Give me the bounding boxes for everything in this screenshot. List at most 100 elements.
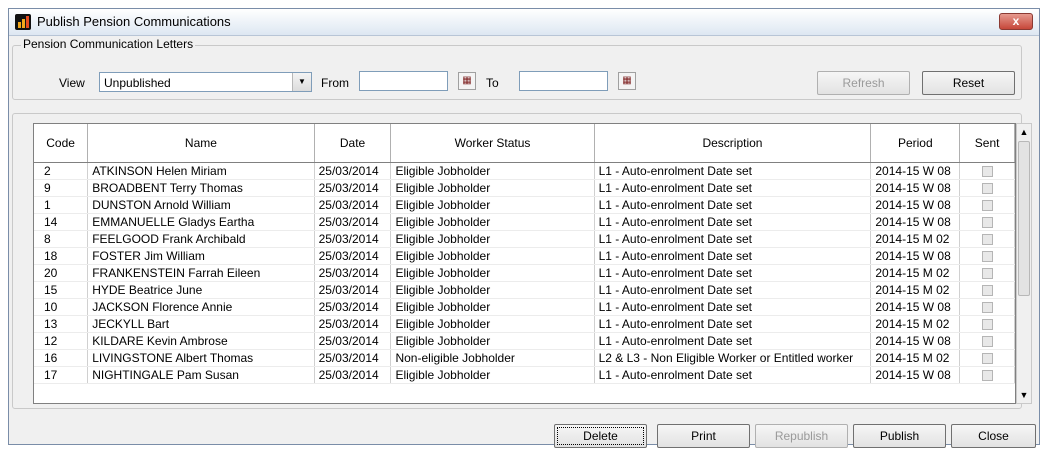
table-cell: 2014-15 W 08: [870, 366, 961, 384]
view-select[interactable]: Unpublished ▼: [99, 72, 312, 92]
sent-cell: [959, 230, 1015, 248]
table-cell: 16: [34, 349, 89, 367]
sent-cell: [959, 349, 1015, 367]
table-row[interactable]: 18 FOSTER Jim William 25/03/2014 Eligible J…: [34, 247, 1015, 265]
sent-cell: [959, 281, 1015, 299]
close-window-button[interactable]: x: [999, 13, 1033, 30]
sent-checkbox[interactable]: [981, 234, 993, 246]
table-row[interactable]: 8 FEELGOOD Frank Archibald 25/03/2014 Eligi…: [34, 230, 1015, 248]
republish-button[interactable]: Republish: [755, 424, 848, 448]
table-cell: Eligible Jobholder: [390, 315, 595, 333]
scroll-down-icon[interactable]: ▼: [1017, 387, 1031, 403]
table-cell: 2014-15 W 08: [870, 298, 961, 316]
table-cell: Eligible Jobholder: [390, 247, 595, 265]
sent-checkbox[interactable]: [981, 285, 993, 297]
refresh-button[interactable]: Refresh: [817, 71, 910, 95]
reset-button[interactable]: Reset: [922, 71, 1015, 95]
sent-checkbox[interactable]: [981, 166, 993, 178]
table-cell: 9: [34, 179, 89, 197]
table-cell: 18: [34, 247, 89, 265]
column-header[interactable]: Sent: [959, 124, 1015, 163]
table-cell: L1 - Auto-enrolment Date set: [594, 247, 872, 265]
publish-button[interactable]: Publish: [853, 424, 946, 448]
table-cell: 15: [34, 281, 89, 299]
to-date-input[interactable]: [519, 71, 608, 91]
table-cell: 2014-15 M 02: [870, 264, 961, 282]
table-row[interactable]: 17 NIGHTINGALE Pam Susan 25/03/2014 Eligibl…: [34, 366, 1015, 384]
table-row[interactable]: 12 KILDARE Kevin Ambrose 25/03/2014 Eligibl…: [34, 332, 1015, 350]
app-chart-icon: [15, 14, 31, 30]
calendar-icon[interactable]: ▦: [458, 72, 476, 90]
view-select-value: Unpublished: [104, 76, 171, 90]
sent-checkbox[interactable]: [981, 353, 993, 365]
print-button[interactable]: Print: [657, 424, 750, 448]
calendar-icon[interactable]: ▦: [618, 72, 636, 90]
table-row[interactable]: 15 HYDE Beatrice June 25/03/2014 Eligible J…: [34, 281, 1015, 299]
table-cell: Non-eligible Jobholder: [390, 349, 595, 367]
table-row[interactable]: 2 ATKINSON Helen Miriam 25/03/2014 Eligible…: [34, 162, 1015, 180]
table-cell: 13: [34, 315, 89, 333]
sent-checkbox[interactable]: [981, 370, 993, 382]
table-cell: FEELGOOD Frank Archibald: [87, 230, 315, 248]
column-header[interactable]: Period: [870, 124, 961, 163]
sent-checkbox[interactable]: [981, 319, 993, 331]
sent-checkbox[interactable]: [981, 251, 993, 263]
table-cell: 25/03/2014: [314, 298, 392, 316]
column-header[interactable]: Code: [34, 124, 89, 163]
table-row[interactable]: 20 FRANKENSTEIN Farrah Eileen 25/03/2014 El…: [34, 264, 1015, 282]
table-cell: Eligible Jobholder: [390, 230, 595, 248]
table-cell: 2014-15 M 02: [870, 349, 961, 367]
column-header[interactable]: Worker Status: [390, 124, 595, 163]
table-cell: 2014-15 W 08: [870, 196, 961, 214]
delete-button[interactable]: Delete: [554, 424, 647, 448]
table-row[interactable]: 9 BROADBENT Terry Thomas 25/03/2014 Eligibl…: [34, 179, 1015, 197]
sent-cell: [959, 315, 1015, 333]
table-row[interactable]: 13 JECKYLL Bart 25/03/2014 Eligible Jobhold…: [34, 315, 1015, 333]
table-cell: NIGHTINGALE Pam Susan: [87, 366, 315, 384]
header-row: Code Name Date Worker Status Description…: [34, 124, 1015, 163]
sent-cell: [959, 196, 1015, 214]
sent-checkbox[interactable]: [981, 217, 993, 229]
table-cell: 25/03/2014: [314, 247, 392, 265]
to-label: To: [486, 76, 499, 90]
table-row[interactable]: 14 EMMANUELLE Gladys Eartha 25/03/2014 Elig…: [34, 213, 1015, 231]
sent-checkbox[interactable]: [981, 200, 993, 212]
table-cell: 25/03/2014: [314, 315, 392, 333]
table-row[interactable]: 1 DUNSTON Arnold William 25/03/2014 Eligibl…: [34, 196, 1015, 214]
table-cell: 20: [34, 264, 89, 282]
table-cell: 17: [34, 366, 89, 384]
sent-cell: [959, 366, 1015, 384]
sent-checkbox[interactable]: [981, 268, 993, 280]
table-cell: LIVINGSTONE Albert Thomas: [87, 349, 315, 367]
table-row[interactable]: 10 JACKSON Florence Annie 25/03/2014 Eligib…: [34, 298, 1015, 316]
table-cell: L1 - Auto-enrolment Date set: [594, 298, 872, 316]
table-cell: KILDARE Kevin Ambrose: [87, 332, 315, 350]
sent-checkbox[interactable]: [981, 302, 993, 314]
sent-checkbox[interactable]: [981, 183, 993, 195]
table-cell: 25/03/2014: [314, 349, 392, 367]
table-cell: 2: [34, 162, 89, 180]
scroll-thumb[interactable]: [1018, 141, 1030, 296]
table-cell: 8: [34, 230, 89, 248]
vertical-scrollbar[interactable]: ▲ ▼: [1016, 123, 1032, 404]
chevron-down-icon[interactable]: ▼: [292, 73, 311, 91]
table-cell: 25/03/2014: [314, 264, 392, 282]
sent-cell: [959, 213, 1015, 231]
table-row[interactable]: 16 LIVINGSTONE Albert Thomas 25/03/2014 Non…: [34, 349, 1015, 367]
table-cell: BROADBENT Terry Thomas: [87, 179, 315, 197]
column-header[interactable]: Description: [594, 124, 872, 163]
close-button[interactable]: Close: [951, 424, 1036, 448]
table-cell: Eligible Jobholder: [390, 196, 595, 214]
table-cell: 2014-15 W 08: [870, 247, 961, 265]
table-cell: 2014-15 M 02: [870, 281, 961, 299]
table-cell: 2014-15 M 02: [870, 230, 961, 248]
column-header[interactable]: Date: [314, 124, 392, 163]
table-cell: L1 - Auto-enrolment Date set: [594, 196, 872, 214]
table-cell: Eligible Jobholder: [390, 179, 595, 197]
window-title: Publish Pension Communications: [37, 14, 231, 29]
scroll-up-icon[interactable]: ▲: [1017, 124, 1031, 140]
column-header[interactable]: Name: [87, 124, 315, 163]
sent-checkbox[interactable]: [981, 336, 993, 348]
table-cell: L1 - Auto-enrolment Date set: [594, 162, 872, 180]
from-date-input[interactable]: [359, 71, 448, 91]
